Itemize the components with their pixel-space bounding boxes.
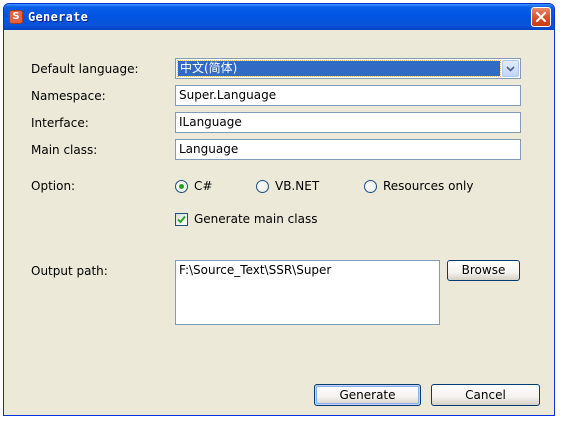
radio-circle (364, 180, 377, 193)
chevron-down-icon (506, 66, 515, 72)
checkbox-box (175, 213, 188, 226)
option-csharp-label: C# (194, 179, 213, 193)
namespace-label: Namespace: (31, 89, 106, 103)
dialog-body: Default language: 中文(简体) Namespace: Supe… (4, 30, 554, 415)
option-vbnet-label: VB.NET (275, 179, 320, 193)
close-icon (536, 12, 546, 22)
title-bar[interactable]: S Generate (4, 4, 554, 30)
radio-selected-dot (179, 184, 184, 189)
checkmark-icon (177, 215, 186, 224)
close-button[interactable] (531, 7, 551, 27)
dropdown-button[interactable] (502, 60, 519, 77)
ssr-app-icon: S (9, 10, 23, 24)
generate-main-class-label: Generate main class (194, 212, 318, 226)
interface-field[interactable]: ILanguage (175, 112, 521, 133)
default-language-label: Default language: (31, 62, 139, 76)
main-class-field[interactable]: Language (175, 139, 521, 160)
generate-button[interactable]: Generate (314, 384, 421, 406)
output-path-field[interactable]: F:\Source_Text\SSR\Super (175, 260, 440, 325)
namespace-field[interactable]: Super.Language (175, 85, 521, 106)
window-title: Generate (28, 10, 89, 24)
radio-circle (175, 180, 188, 193)
default-language-value: 中文(简体) (177, 60, 501, 77)
option-label: Option: (31, 179, 76, 193)
option-resources-only-label: Resources only (383, 179, 474, 193)
radio-circle (256, 180, 269, 193)
interface-label: Interface: (31, 116, 89, 130)
generate-dialog: S Generate Default language: 中文(简体) Name… (3, 3, 555, 416)
default-language-select[interactable]: 中文(简体) (175, 58, 521, 79)
output-path-label: Output path: (31, 264, 108, 278)
browse-button[interactable]: Browse (447, 260, 520, 281)
cancel-button[interactable]: Cancel (431, 384, 540, 406)
main-class-label: Main class: (31, 143, 98, 157)
